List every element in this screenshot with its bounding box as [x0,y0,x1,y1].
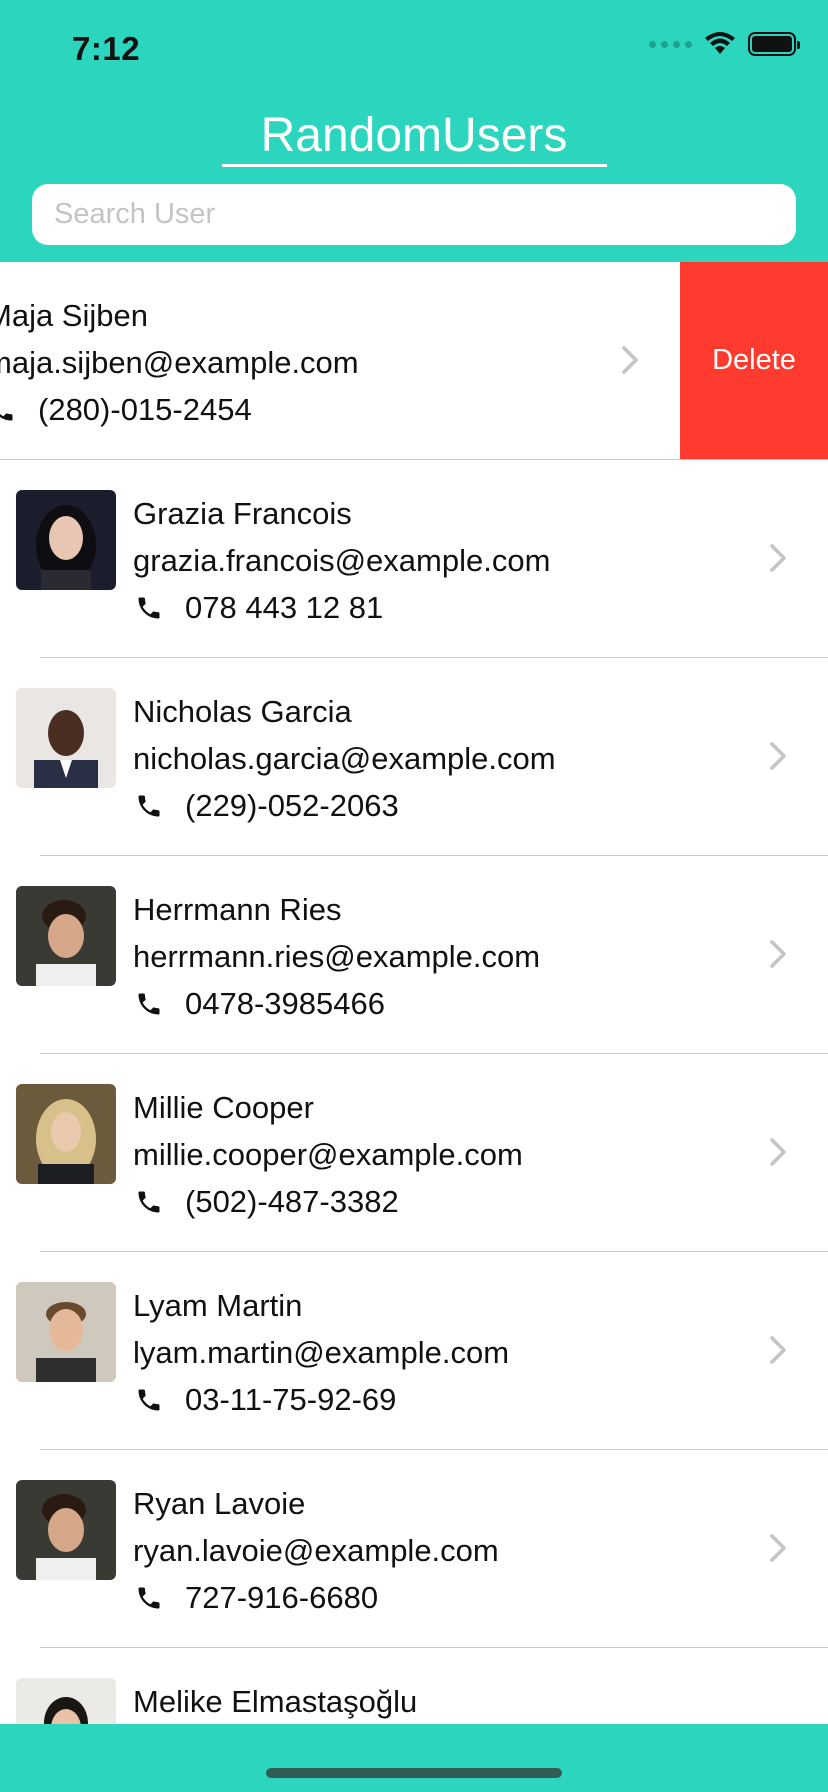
list-item[interactable]: Grazia Francois grazia.francois@example.… [0,460,828,658]
user-email: grazia.francois@example.com [133,543,551,578]
phone-icon [133,1384,165,1416]
home-indicator[interactable] [266,1768,562,1778]
user-email: nicholas.garcia@example.com [133,741,556,776]
user-name: Lyam Martin [133,1288,303,1323]
wifi-icon [705,32,735,54]
list-item[interactable]: Nicholas Garcia nicholas.garcia@example.… [0,658,828,856]
battery-icon [748,32,800,56]
chevron-right-icon [770,1138,786,1166]
chevron-right-icon [770,1336,786,1364]
search-input[interactable] [32,184,796,245]
user-phone: 078 443 12 81 [185,590,384,625]
list-item[interactable]: Lyam Martin lyam.martin@example.com 03-1… [0,1252,828,1450]
list-item[interactable]: Melike Elmastaşoğlu [0,1648,828,1724]
user-name: Millie Cooper [133,1090,314,1125]
delete-button[interactable]: Delete [680,262,828,459]
avatar [16,1678,116,1724]
user-email: lyam.martin@example.com [133,1335,510,1370]
user-name: Herrmann Ries [133,892,342,927]
avatar [16,688,116,788]
phone-icon [133,790,165,822]
avatar [16,1282,116,1382]
user-phone: (280)-015-2454 [38,392,252,427]
user-name: Maja Sijben [0,298,148,333]
chevron-right-icon [770,544,786,572]
phone-icon [133,1186,165,1218]
swiped-row-content[interactable]: Maja Sijben maja.sijben@example.com (280… [0,262,680,460]
user-email: ryan.lavoie@example.com [133,1533,499,1568]
user-name: Ryan Lavoie [133,1486,306,1521]
user-name: Grazia Francois [133,496,352,531]
user-phone: 727-916-6680 [185,1580,379,1615]
list-item-swiped[interactable]: Maja Sijben maja.sijben@example.com (280… [0,262,828,460]
user-email: millie.cooper@example.com [133,1137,523,1172]
navigation-header: 7:12 RandomUsers [0,0,828,262]
list-item[interactable]: Ryan Lavoie ryan.lavoie@example.com 727-… [0,1450,828,1648]
phone-icon [133,1582,165,1614]
avatar [16,1480,116,1580]
status-icons [649,32,800,56]
user-name: Nicholas Garcia [133,694,352,729]
avatar [16,490,116,590]
user-email: herrmann.ries@example.com [133,939,541,974]
chevron-right-icon [622,346,638,374]
user-phone: 0478-3985466 [185,986,385,1021]
phone-icon [133,592,165,624]
phone-icon [133,988,165,1020]
user-phone: (229)-052-2063 [185,788,399,823]
bottom-bar [0,1724,828,1792]
chevron-right-icon [770,742,786,770]
user-phone: 03-11-75-92-69 [185,1382,397,1417]
title-underline [222,164,607,167]
chevron-right-icon [770,1534,786,1562]
phone-icon [0,394,18,426]
list-item[interactable]: Millie Cooper millie.cooper@example.com … [0,1054,828,1252]
avatar [16,886,116,986]
user-email: maja.sijben@example.com [0,345,359,380]
user-name: Melike Elmastaşoğlu [133,1684,418,1719]
chevron-right-icon [770,940,786,968]
user-list[interactable]: Maja Sijben maja.sijben@example.com (280… [0,262,828,1724]
avatar [16,1084,116,1184]
status-time: 7:12 [72,30,141,67]
page-title: RandomUsers [260,109,568,162]
user-phone: (502)-487-3382 [185,1184,399,1219]
list-item[interactable]: Herrmann Ries herrmann.ries@example.com … [0,856,828,1054]
cellular-signal-icon [649,40,692,48]
